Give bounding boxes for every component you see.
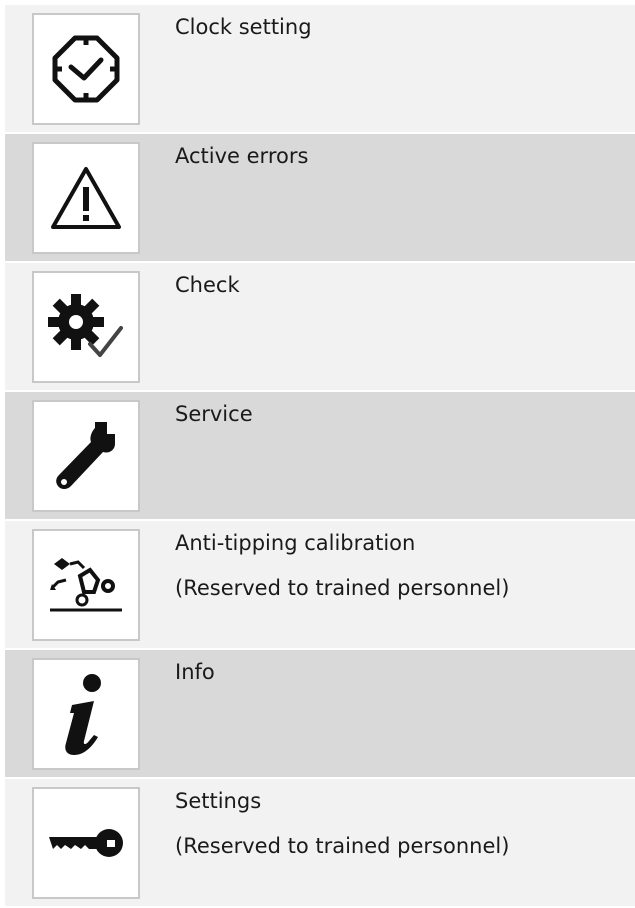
row-label: Settings — [175, 789, 262, 813]
row-label: Service — [175, 402, 253, 426]
anti-tipping-icon — [32, 529, 140, 641]
table-row-service: Service — [5, 392, 635, 519]
clock-icon — [32, 13, 140, 125]
row-label: Info — [175, 660, 215, 684]
table-row-active-errors: Active errors — [5, 134, 635, 261]
info-icon — [32, 658, 140, 770]
row-label: Active errors — [175, 144, 309, 168]
table-row-check: Check — [5, 263, 635, 390]
table-row-anti-tipping: Anti-tipping calibration (Reserved to tr… — [5, 521, 635, 648]
row-sublabel: (Reserved to trained personnel) — [175, 576, 510, 601]
table-row-settings: Settings (Reserved to trained personnel) — [5, 779, 635, 906]
menu-icon-table: Clock setting Active errors Check Servic… — [5, 5, 635, 908]
row-label: Clock setting — [175, 15, 312, 39]
row-label: Check — [175, 273, 240, 297]
table-row-clock-setting: Clock setting — [5, 5, 635, 132]
key-icon — [32, 787, 140, 899]
warning-triangle-icon — [32, 142, 140, 254]
table-row-info: Info — [5, 650, 635, 777]
wrench-icon — [32, 400, 140, 512]
row-label: Anti-tipping calibration — [175, 531, 416, 555]
row-sublabel: (Reserved to trained personnel) — [175, 834, 510, 859]
gear-check-icon — [32, 271, 140, 383]
